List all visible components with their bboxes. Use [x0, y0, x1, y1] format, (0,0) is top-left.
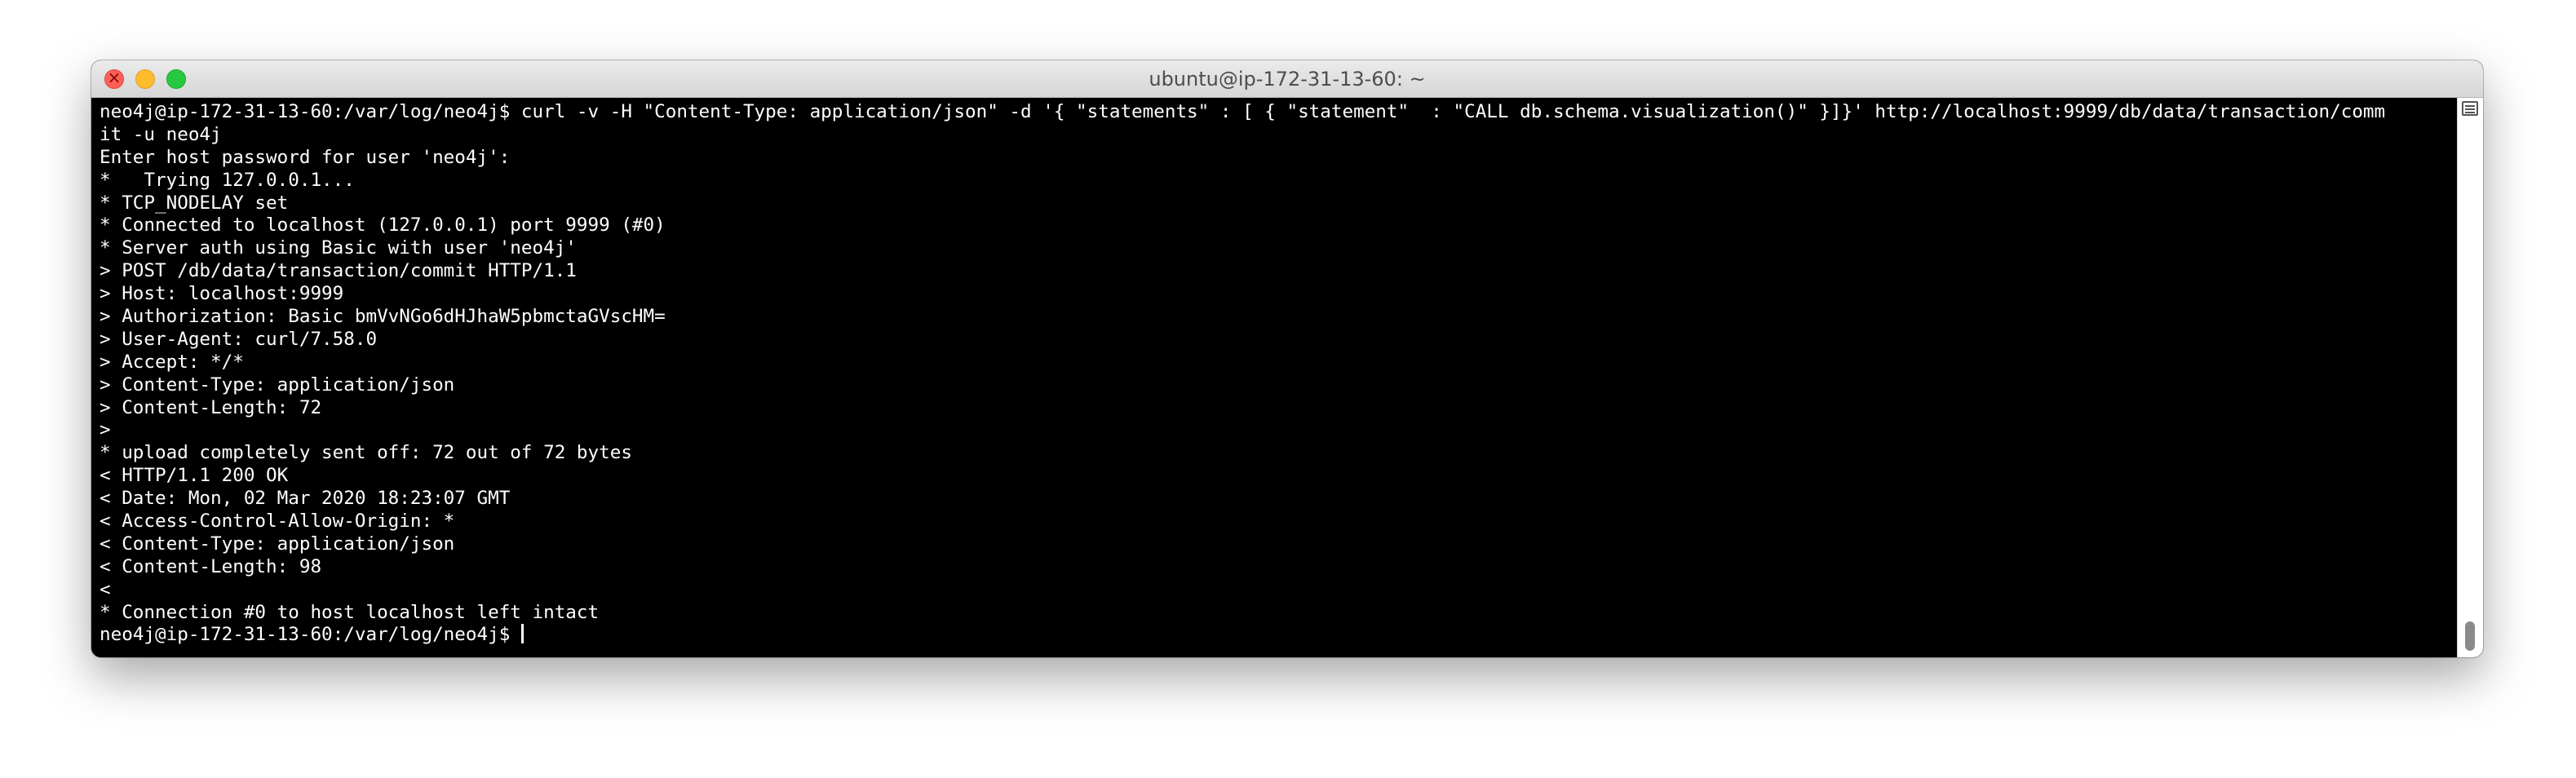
- terminal-output[interactable]: neo4j@ip-172-31-13-60:/var/log/neo4j$ cu…: [91, 98, 2457, 657]
- terminal-line: neo4j@ip-172-31-13-60:/var/log/neo4j$ cu…: [100, 101, 2386, 122]
- terminal-window: ubuntu@ip-172-31-13-60: ~ neo4j@ip-172-3…: [91, 60, 2483, 657]
- scrollbar-thumb[interactable]: [2465, 621, 2475, 651]
- terminal-line: Enter host password for user 'neo4j':: [100, 146, 511, 168]
- terminal-line: > Host: localhost:9999: [100, 283, 344, 305]
- terminal-line: it -u neo4j: [100, 123, 222, 145]
- terminal-line: > User-Agent: curl/7.58.0: [100, 328, 378, 350]
- terminal-line: * upload completely sent off: 72 out of …: [100, 442, 632, 464]
- terminal-line: * Trying 127.0.0.1...: [100, 169, 355, 191]
- list-menu-icon[interactable]: [2462, 101, 2478, 116]
- scrollbar[interactable]: [2457, 98, 2483, 657]
- title-bar[interactable]: ubuntu@ip-172-31-13-60: ~: [91, 60, 2483, 98]
- terminal-line: > Authorization: Basic bmVvNGo6dHJhaW5pb…: [100, 306, 666, 328]
- terminal-line: < Content-Length: 98: [100, 555, 322, 577]
- text-cursor: [520, 624, 524, 644]
- terminal-line: < HTTP/1.1 200 OK: [100, 465, 289, 487]
- terminal-line: * Connection #0 to host localhost left i…: [100, 601, 600, 623]
- terminal-line: > Content-Length: 72: [100, 396, 322, 418]
- terminal-text: neo4j@ip-172-31-13-60:/var/log/neo4j$ cu…: [91, 98, 2457, 647]
- terminal-line: < Content-Type: application/json: [100, 533, 455, 555]
- terminal-line: < Date: Mon, 02 Mar 2020 18:23:07 GMT: [100, 488, 511, 510]
- terminal-line: < Access-Control-Allow-Origin: *: [100, 511, 455, 533]
- terminal-line: > Content-Type: application/json: [100, 374, 455, 396]
- prompt-line[interactable]: neo4j@ip-172-31-13-60:/var/log/neo4j$: [100, 624, 2457, 647]
- terminal-line: > Accept: */*: [100, 351, 244, 373]
- terminal-line: >: [100, 419, 111, 441]
- terminal-line: <: [100, 578, 111, 600]
- window-title: ubuntu@ip-172-31-13-60: ~: [1149, 68, 1426, 91]
- terminal-line: * Connected to localhost (127.0.0.1) por…: [100, 214, 666, 236]
- terminal-line: > POST /db/data/transaction/commit HTTP/…: [100, 260, 577, 282]
- terminal-line: * TCP_NODELAY set: [100, 192, 289, 214]
- terminal-line: * Server auth using Basic with user 'neo…: [100, 237, 577, 259]
- shell-prompt: neo4j@ip-172-31-13-60:/var/log/neo4j$: [100, 624, 521, 646]
